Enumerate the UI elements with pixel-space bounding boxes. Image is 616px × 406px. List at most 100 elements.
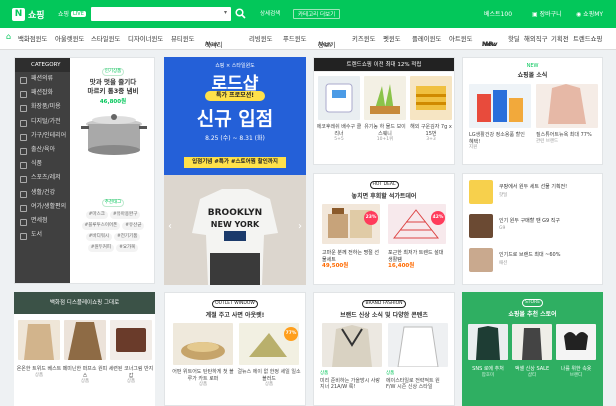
nav-item-overseas[interactable]: 해외직구: [524, 34, 548, 43]
category-item[interactable]: 패션의류: [15, 72, 70, 86]
dept-item-3[interactable]: 세련된 코너그림 반지갑 상품: [108, 366, 154, 386]
product-image[interactable]: [18, 320, 60, 360]
trend-item-2[interactable]: 유기농 하 물드 보이스웨니 10+1위: [362, 124, 408, 144]
item-caption: 에코후레쉬 배수구 클리너: [316, 124, 362, 137]
outlet-card: OUTLET WINDOW 계절 주고 사면 아웃렛! 77% 어떤 위트어도 …: [164, 292, 306, 406]
nav-item-beauty[interactable]: 뷰티윈도: [171, 34, 195, 43]
chevron-down-icon[interactable]: ▾: [224, 9, 227, 16]
banner-brand: 쇼핑 × 스타일윈도: [215, 63, 255, 69]
item-sub: G9: [499, 226, 506, 231]
product-image[interactable]: [322, 323, 382, 367]
item-sub: 상품: [126, 379, 136, 384]
store-image[interactable]: [556, 324, 596, 360]
search-input[interactable]: ▾: [91, 7, 231, 21]
store-item-2[interactable]: 액셀 신상 SALE 샵티: [510, 366, 554, 379]
category-item[interactable]: 패션잡화: [15, 86, 70, 100]
chevron-right-icon[interactable]: ›: [298, 221, 302, 232]
category-item[interactable]: 가구/인테리어: [15, 129, 70, 143]
nav-item-trend[interactable]: 트렌드쇼핑: [573, 34, 602, 43]
category-item[interactable]: 생활/건강: [15, 186, 70, 200]
nav-item-exhibit[interactable]: 기획전: [551, 34, 569, 43]
product-image[interactable]: [469, 84, 531, 128]
trend-item-1[interactable]: 에코후레쉬 배수구 클리너 5+5: [316, 124, 362, 144]
product-image[interactable]: [110, 320, 152, 360]
item-sub: 패션: [499, 261, 508, 266]
category-item[interactable]: 스포츠/레저: [15, 171, 70, 185]
hashtag[interactable]: #블루투스이어폰: [81, 222, 121, 230]
nav-item-play[interactable]: 플레이윈도: [412, 34, 441, 43]
hashtag[interactable]: #전기기품: [114, 233, 141, 241]
main-banner[interactable]: 쇼핑 × 스타일윈도 로드샵 특가 프로모션! 신규 입점 8.25 (수) ~…: [164, 57, 306, 285]
news-item-1[interactable]: LG생활건강 정소용품 할인 혜택! 지원: [469, 132, 531, 152]
notice-item-2[interactable]: 인기 원두 구매할 땐 G9 직구 G9: [469, 212, 609, 240]
news-item-2[interactable]: 질스튜어트뉴욕 최대 77% 관련 브랜드: [536, 132, 598, 145]
notice-item-1[interactable]: 쿠팡에서 원두 세트 선물 기획전! 핫딜: [469, 178, 609, 206]
category-item[interactable]: 출산/육아: [15, 143, 70, 157]
category-item[interactable]: 여가/생활편의: [15, 200, 70, 214]
product-image[interactable]: [173, 323, 233, 365]
outlet-item-1[interactable]: 어떤 위트어도 탄탄하게 첫 블루가 카트 로퍼 상품: [171, 369, 235, 389]
product-image[interactable]: [318, 76, 360, 120]
hashtag[interactable]: #마스크: [85, 211, 108, 219]
store-item-1[interactable]: SNS 로에 추처 팜호미: [466, 366, 510, 379]
home-icon[interactable]: ⌂: [6, 32, 11, 41]
category-item[interactable]: 면세점: [15, 214, 70, 228]
notice-item-3[interactable]: 인기드로 브랜드 최대 ~60% 패션: [469, 246, 609, 274]
nav-item-pet[interactable]: 펫윈도: [383, 34, 401, 43]
hotdeal-item-2[interactable]: 포근한 최저가 트렌드 설대 생활템 16,400원: [388, 250, 446, 270]
nav-item-art[interactable]: 아트윈도: [449, 34, 473, 43]
my-shopping-link[interactable]: ◉ 쇼핑MY: [576, 9, 603, 18]
product-image[interactable]: [536, 84, 598, 128]
hashtag[interactable]: #바디워시: [85, 233, 112, 241]
store-image[interactable]: [512, 324, 552, 360]
nav-item-designer[interactable]: 디자이너윈도: [128, 34, 163, 43]
nav-item-food[interactable]: 푸드윈도: [283, 34, 307, 43]
category-more-button[interactable]: 카테고리 더보기: [293, 9, 341, 19]
promo-title-line1: 맛과 멋을 즐기다: [89, 78, 137, 86]
product-image[interactable]: [64, 320, 106, 360]
hashtag[interactable]: #원두커피: [87, 244, 115, 252]
category-item[interactable]: 디지털/가전: [15, 115, 70, 129]
cart-label: 장바구니: [539, 11, 562, 18]
side-promo[interactable]: 인기상품 맛과 멋을 즐기다 마르키 통3중 냄비 46,800원 추천태그 #…: [71, 58, 155, 283]
trend-item-3[interactable]: 해외 구운김자 7g x 15번 3+3: [408, 124, 454, 144]
product-image[interactable]: [364, 76, 406, 120]
top-header: N 쇼핑 쇼핑 LIVE ▾ 상세검색 카테고리 더보기 베스트100 ▣ 장바…: [0, 0, 616, 28]
hotdeal-item-1[interactable]: 고마운 분께 전하는 명절 선물세트 49,500원: [322, 250, 380, 270]
brand-title: 브랜드 신상 소식 및 다양한 콘텐츠: [340, 312, 428, 319]
discount-badge: 77%: [284, 327, 298, 341]
chevron-left-icon[interactable]: ‹: [168, 221, 172, 232]
nav-item-kids[interactable]: 키즈윈도: [352, 34, 376, 43]
category-item[interactable]: 화장품/미용: [15, 100, 70, 114]
cart-link[interactable]: ▣ 장바구니: [532, 9, 562, 18]
nav-item-living[interactable]: 리빙윈도: [249, 34, 273, 43]
product-image[interactable]: [410, 76, 452, 120]
nav-item-outlet[interactable]: 아울렛윈도: [55, 34, 84, 43]
best100-link[interactable]: 베스트100: [484, 9, 512, 18]
trend-shopping-card: 트렌드쇼핑 이전 최대 12% 적립 에코후레쉬 배수구 클리너 5+5 유기농 …: [313, 57, 455, 165]
shopping-live-link[interactable]: 쇼핑 LIVE: [58, 9, 86, 18]
nav-item-dept[interactable]: 백화점윈도: [18, 34, 47, 43]
hashtag[interactable]: #유아용완구: [109, 211, 141, 219]
nav-item-style[interactable]: 스타일윈도: [91, 34, 120, 43]
hashtag[interactable]: #유산균: [122, 222, 145, 230]
store-item-3[interactable]: 나를 위한 속옷 브랜디: [554, 366, 598, 379]
nav-item-hotdeal[interactable]: 핫딜: [508, 34, 520, 43]
category-item[interactable]: 도서: [15, 228, 70, 242]
brand-item-1[interactable]: 상품 미리 준비하는 가을방시 사랑 지너 21A/W 룩!: [320, 371, 384, 391]
detail-search-button[interactable]: 상세검색: [256, 9, 284, 19]
outlet-item-2[interactable]: 걸뉴스 에이 없 한정 세일 일소 블러드 상품: [237, 369, 301, 389]
banner-date: 8.25 (수) ~ 8.31 (화): [205, 135, 265, 142]
search-icon[interactable]: [235, 5, 247, 21]
outlet-title: 계절 주고 사면 아웃렛!: [205, 312, 265, 319]
store-card: STORE 쇼핑몰 추천 스토어 SNS 로에 추처 팜호미 액셀 신상 SALE…: [462, 292, 603, 406]
item-caption: 인기드로 브랜드 최대 ~60%: [499, 252, 561, 258]
product-image[interactable]: [388, 323, 448, 368]
category-item[interactable]: 식품: [15, 157, 70, 171]
store-image[interactable]: [468, 324, 508, 360]
dept-item-2[interactable]: 페미닌한 퍼프소 원피스 상품: [62, 366, 108, 386]
naver-shopping-logo[interactable]: N 쇼핑: [12, 8, 45, 21]
hashtag[interactable]: #요가복: [116, 244, 139, 252]
brand-item-2[interactable]: 상품 에이스타일로 전략적트 원 F/W 시즌 신상 스타일: [386, 371, 450, 391]
dept-item-1[interactable]: 온온한 트위드 베스트 상품: [16, 366, 62, 379]
